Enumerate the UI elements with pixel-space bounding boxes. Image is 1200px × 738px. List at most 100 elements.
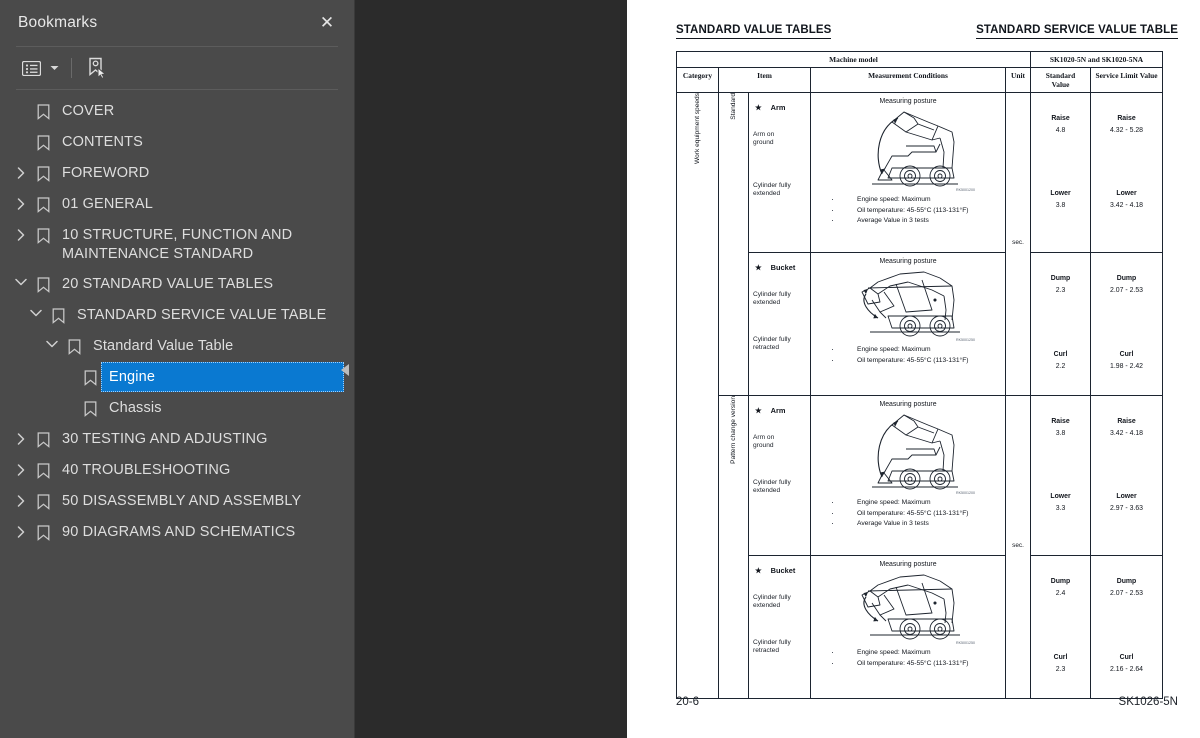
item-name: Bucket xyxy=(770,566,796,575)
bookmark-item-chassis[interactable]: Chassis xyxy=(0,393,354,424)
bookmark-item-foreword[interactable]: FOREWORD xyxy=(0,158,354,189)
twisty-spacer xyxy=(10,96,32,105)
chevron-down-icon[interactable] xyxy=(25,300,47,317)
bookmark-item-standard-service-value-table[interactable]: STANDARD SERVICE VALUE TABLE xyxy=(0,300,354,331)
chevron-right-icon[interactable] xyxy=(10,220,32,241)
bookmark-item-40-troubleshooting[interactable]: 40 TROUBLESHOOTING xyxy=(0,455,354,486)
bookmark-item-label: 20 STANDARD VALUE TABLES xyxy=(62,276,274,292)
unit-value: sec. xyxy=(1012,542,1024,549)
close-icon[interactable]: ✕ xyxy=(314,10,340,36)
limit-label: Curl xyxy=(1119,654,1134,661)
limit-label: Dump xyxy=(1116,275,1137,282)
value-label: Dump xyxy=(1050,578,1071,585)
limit-range: 4.32 - 5.28 xyxy=(1110,127,1143,134)
value-group-2: Curl 2.2 xyxy=(1031,351,1090,370)
condition-bullet: Oil temperature: 45-55°C (113-131°F) xyxy=(831,658,1001,670)
measurement-conditions-cell: Measuring postureRK5001250Engine speed: … xyxy=(810,252,1006,396)
bookmark-item-label: Standard Value Table xyxy=(93,338,234,354)
value-number: 2.3 xyxy=(1055,666,1066,673)
bookmark-item-50-disassembly-and-assembly[interactable]: 50 DISASSEMBLY AND ASSEMBLY xyxy=(0,486,354,517)
value-group-1: Dump 2.3 xyxy=(1031,275,1090,294)
unit-cell: sec. xyxy=(1004,92,1032,396)
measuring-posture-label: Measuring posture xyxy=(879,258,937,265)
item-note-a-line1: Arm on xyxy=(753,131,775,138)
twisty-spacer xyxy=(57,362,79,371)
measurement-conditions-cell: Measuring postureRK5001200Engine speed: … xyxy=(810,92,1006,253)
sub-category-label: Standard xyxy=(730,93,737,120)
value-number: 2.2 xyxy=(1055,363,1066,370)
bookmark-item-label: 01 GENERAL xyxy=(62,196,153,212)
limit-group-2: Lower 2.97 - 3.63 xyxy=(1091,493,1162,512)
pdf-page: STANDARD VALUE TABLES STANDARD SERVICE V… xyxy=(627,0,1200,738)
item-note-b-line2: extended xyxy=(753,190,781,198)
chevron-right-icon[interactable] xyxy=(10,486,32,507)
header-category: Category xyxy=(676,67,719,93)
bookmark-item-contents[interactable]: CONTENTS xyxy=(0,127,354,158)
sub-category-cell: Pattern change version xyxy=(718,395,749,699)
new-bookmark-icon[interactable] xyxy=(82,54,112,82)
page-footer: 20-6 SK1026-5N xyxy=(676,696,1178,708)
limit-range: 2.07 - 2.53 xyxy=(1110,287,1143,294)
bookmark-item-cover[interactable]: COVER xyxy=(0,96,354,127)
item-note-b-line1: Cylinder fully xyxy=(753,181,791,189)
bookmark-item-01-general[interactable]: 01 GENERAL xyxy=(0,189,354,220)
machine-figure xyxy=(815,106,1001,194)
chevron-down-icon[interactable] xyxy=(10,269,32,286)
item-note-a-line2: extended xyxy=(753,602,781,610)
service-limit-value-cell: Dump 2.07 - 2.53 Curl 2.16 - 2.64 xyxy=(1090,555,1164,699)
collapse-left-icon[interactable] xyxy=(338,360,352,380)
measurement-conditions-cell: Measuring postureRK5001200Engine speed: … xyxy=(810,395,1006,556)
star-icon: ★ xyxy=(755,263,762,272)
chevron-right-icon[interactable] xyxy=(10,455,32,476)
standard-value-table: Machine model SK1020-5N and SK1020-5NA C… xyxy=(675,51,1164,699)
limit-group-1: Dump 2.07 - 2.53 xyxy=(1091,275,1162,294)
item-cell: ★ Arm Arm on ground Cylinder fully extended xyxy=(748,92,811,253)
item-note-b-line1: Cylinder fully xyxy=(753,335,791,343)
bookmark-item-label: 40 TROUBLESHOOTING xyxy=(62,462,231,478)
item-note-a: Cylinder fully extended xyxy=(753,291,807,308)
bookmark-item-10-structure-function-and-maintenance-standard[interactable]: 10 STRUCTURE, FUNCTION AND MAINTENANCE S… xyxy=(0,220,354,269)
bookmark-item-engine[interactable]: Engine xyxy=(0,362,354,393)
chevron-right-icon[interactable] xyxy=(10,189,32,210)
header-model-codes: SK1020-5N and SK1020-5NA xyxy=(1030,51,1164,68)
service-limit-value-cell: Raise 4.32 - 5.28 Lower 3.42 - 4.18 xyxy=(1090,92,1164,253)
condition-bullet: Average Value in 3 tests xyxy=(831,518,1001,530)
table-row: ★ Bucket Cylinder fully extended Cylinder fu… xyxy=(677,252,1164,396)
bookmark-item-20-standard-value-tables[interactable]: 20 STANDARD VALUE TABLES xyxy=(0,269,354,300)
category-label: Work equipment speeds xyxy=(694,93,701,164)
bookmark-icon xyxy=(32,269,54,293)
item-note-b: Cylinder fully retracted xyxy=(753,639,807,656)
bookmark-item-90-diagrams-and-schematics[interactable]: 90 DIAGRAMS AND SCHEMATICS xyxy=(0,517,354,548)
standard-value-cell: Dump 2.4 Curl 2.3 xyxy=(1030,555,1092,699)
item-note-a-line1: Arm on xyxy=(753,434,775,441)
item-note-b-line1: Cylinder fully xyxy=(753,638,791,646)
value-number: 3.8 xyxy=(1055,202,1066,209)
sub-category-cell: Standard xyxy=(718,92,749,396)
header-service-limit-value: Service Limit Value xyxy=(1090,67,1164,93)
header-standard-value-l1: Standard xyxy=(1045,71,1076,80)
chevron-right-icon[interactable] xyxy=(10,158,32,179)
item-title: ★ Bucket xyxy=(755,566,807,575)
header-unit: Unit xyxy=(1004,67,1032,93)
list-options-icon[interactable] xyxy=(16,54,46,82)
bookmark-item-30-testing-and-adjusting[interactable]: 30 TESTING AND ADJUSTING xyxy=(0,424,354,455)
toolbar-divider xyxy=(71,58,72,78)
condition-list: Engine speed: MaximumOil temperature: 45… xyxy=(831,647,1001,670)
bookmark-item-standard-value-table[interactable]: Standard Value Table xyxy=(0,331,354,362)
twisty-spacer xyxy=(57,393,79,402)
chevron-down-icon[interactable] xyxy=(48,54,61,82)
bookmark-item-label: CONTENTS xyxy=(62,134,143,150)
document-viewer[interactable]: STANDARD VALUE TABLES STANDARD SERVICE V… xyxy=(355,0,1200,738)
item-note-b-line2: retracted xyxy=(753,344,780,352)
condition-bullet: Oil temperature: 45-55°C (113-131°F) xyxy=(831,205,1001,217)
bookmark-item-label: 90 DIAGRAMS AND SCHEMATICS xyxy=(62,524,296,540)
limit-group-2: Lower 3.42 - 4.18 xyxy=(1091,190,1162,209)
chevron-down-icon[interactable] xyxy=(41,331,63,348)
header-measurement-conditions: Measurement Conditions xyxy=(810,67,1006,93)
limit-range: 2.07 - 2.53 xyxy=(1110,590,1143,597)
manual-code: SK1026-5N xyxy=(1118,696,1178,708)
condition-list: Engine speed: MaximumOil temperature: 45… xyxy=(831,194,1001,227)
chevron-right-icon[interactable] xyxy=(10,424,32,445)
machine-figure xyxy=(815,409,1001,497)
chevron-right-icon[interactable] xyxy=(10,517,32,538)
